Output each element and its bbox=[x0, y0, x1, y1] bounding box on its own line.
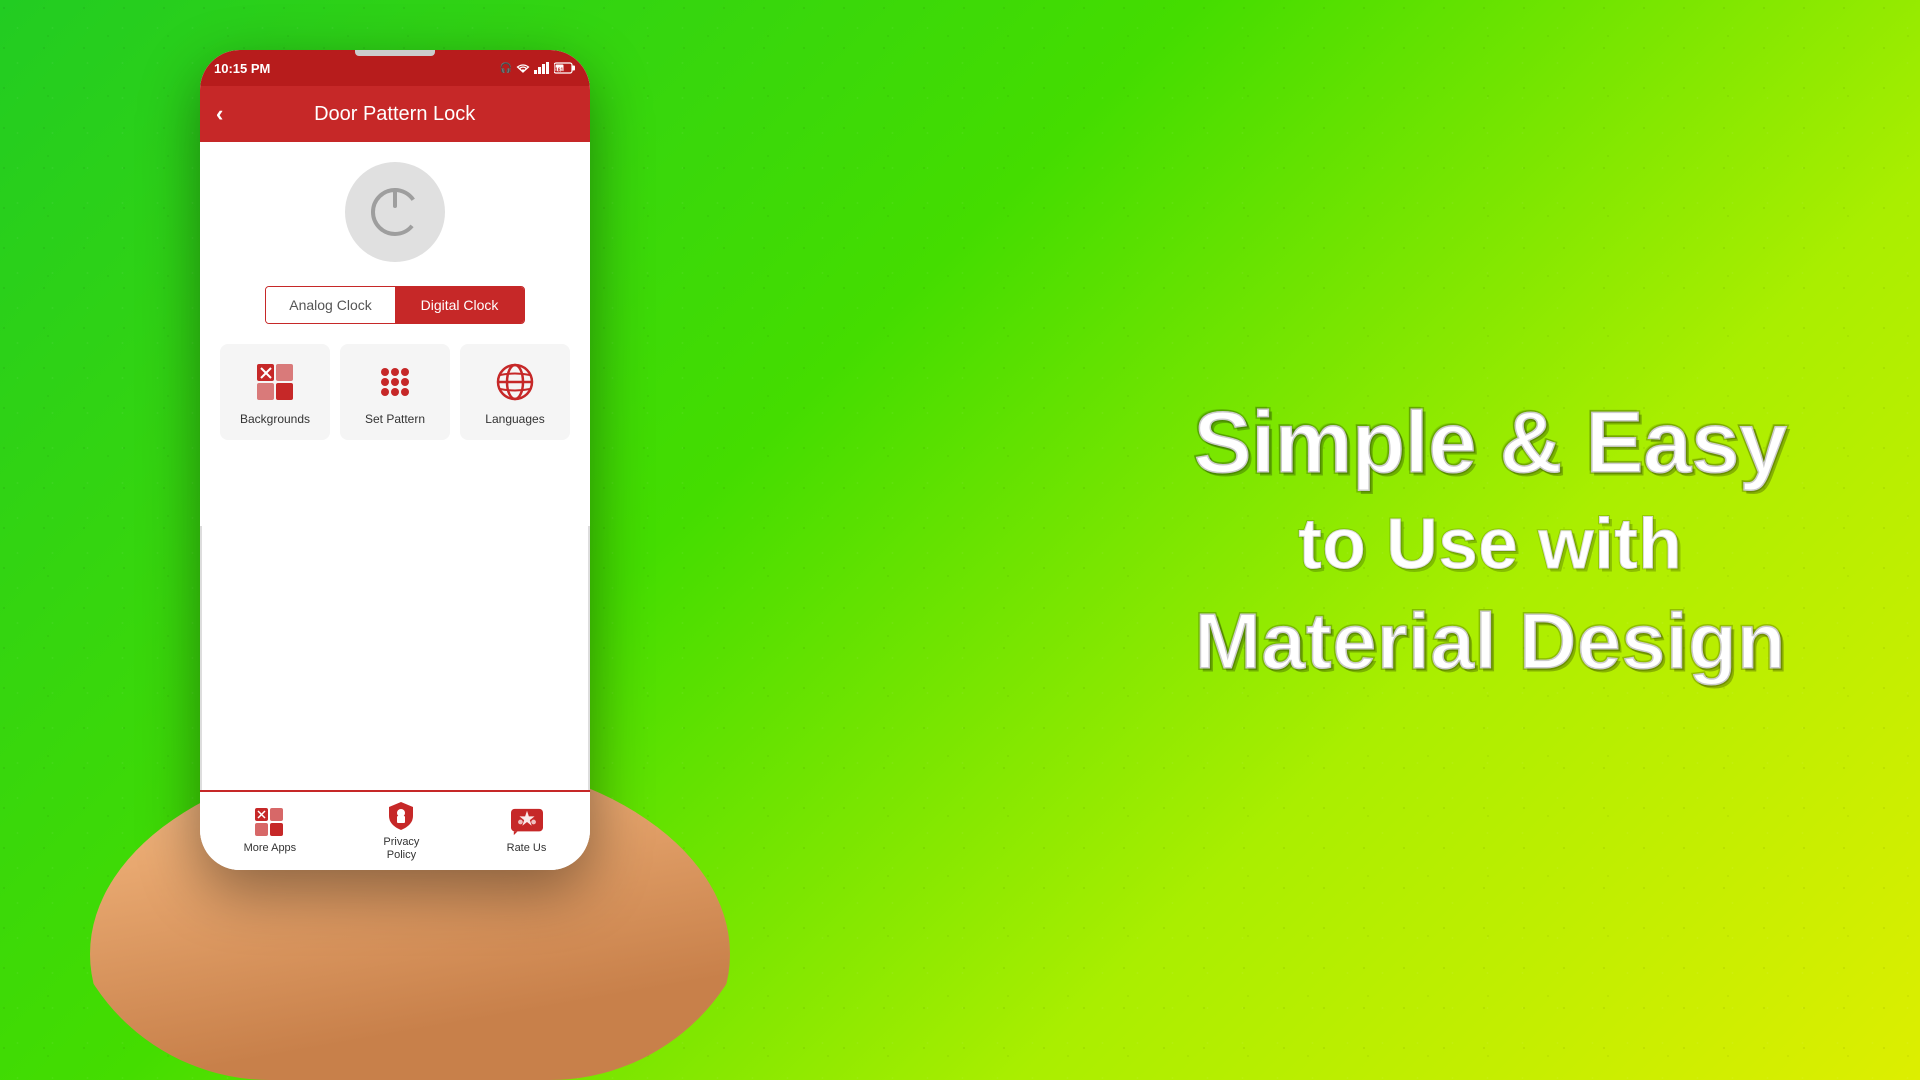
pattern-icon bbox=[373, 360, 417, 404]
bottom-nav: More Apps PrivacyPolicy bbox=[200, 790, 590, 870]
wifi-icon bbox=[516, 62, 530, 74]
rate-us-label: Rate Us bbox=[507, 842, 547, 855]
language-icon bbox=[493, 360, 537, 404]
more-apps-label: More Apps bbox=[244, 842, 297, 855]
privacy-icon bbox=[385, 800, 417, 832]
battery-icon: 161 bbox=[554, 62, 576, 74]
app-header: ‹ Door Pattern Lock bbox=[200, 86, 590, 142]
privacy-policy-label: PrivacyPolicy bbox=[383, 836, 419, 862]
power-button[interactable] bbox=[345, 162, 445, 262]
status-icons: 🎧 bbox=[500, 62, 576, 74]
scene: Simple & Easy to Use with Material Desig… bbox=[0, 0, 1920, 1080]
languages-label: Languages bbox=[485, 412, 544, 428]
svg-text:161: 161 bbox=[555, 68, 564, 74]
privacy-policy-nav-item[interactable]: PrivacyPolicy bbox=[383, 800, 419, 862]
promo-section: Simple & Easy to Use with Material Desig… bbox=[1140, 394, 1840, 685]
languages-menu-item[interactable]: Languages bbox=[460, 344, 570, 440]
app-title: Door Pattern Lock bbox=[239, 103, 574, 126]
digital-clock-button[interactable]: Digital Clock bbox=[395, 287, 524, 323]
phone-device: 10:15 PM 🎧 bbox=[200, 50, 590, 870]
menu-grid: Backgrounds bbox=[216, 344, 574, 440]
backgrounds-label: Backgrounds bbox=[240, 412, 310, 428]
more-apps-icon bbox=[254, 806, 286, 838]
headphone-icon: 🎧 bbox=[500, 63, 512, 74]
power-icon bbox=[369, 186, 421, 238]
backgrounds-menu-item[interactable]: Backgrounds bbox=[220, 344, 330, 440]
more-apps-nav-item[interactable]: More Apps bbox=[244, 806, 297, 855]
set-pattern-label: Set Pattern bbox=[365, 412, 425, 428]
phone-screen: 10:15 PM 🎧 bbox=[200, 50, 590, 870]
promo-line2: to Use with bbox=[1140, 501, 1840, 587]
status-time: 10:15 PM bbox=[214, 61, 270, 76]
backgrounds-icon bbox=[253, 360, 297, 404]
rate-icon bbox=[511, 806, 543, 838]
promo-line1: Simple & Easy bbox=[1140, 394, 1840, 491]
promo-line3: Material Design bbox=[1140, 598, 1840, 686]
app-content: Analog Clock Digital Clock bbox=[200, 142, 590, 526]
analog-clock-button[interactable]: Analog Clock bbox=[266, 287, 395, 323]
clock-toggle: Analog Clock Digital Clock bbox=[265, 286, 525, 324]
phone-wrapper: 10:15 PM 🎧 bbox=[160, 20, 660, 1020]
set-pattern-menu-item[interactable]: Set Pattern bbox=[340, 344, 450, 440]
rate-us-nav-item[interactable]: Rate Us bbox=[507, 806, 547, 855]
back-button[interactable]: ‹ bbox=[216, 101, 223, 127]
status-bar: 10:15 PM 🎧 bbox=[200, 50, 590, 86]
signal-icon bbox=[534, 62, 550, 74]
